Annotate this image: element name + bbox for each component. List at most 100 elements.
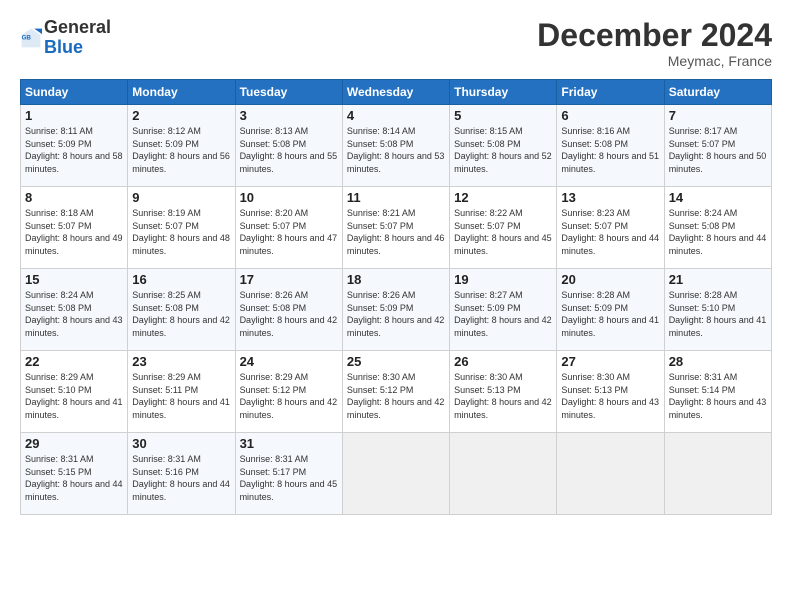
day-number: 24 xyxy=(240,354,338,369)
logo: GB General Blue xyxy=(20,18,111,58)
day-info: Sunrise: 8:29 AMSunset: 5:12 PMDaylight:… xyxy=(240,371,338,421)
day-number: 9 xyxy=(132,190,230,205)
day-cell: 8 Sunrise: 8:18 AMSunset: 5:07 PMDaylight… xyxy=(21,187,128,269)
day-info: Sunrise: 8:30 AMSunset: 5:13 PMDaylight:… xyxy=(561,371,659,421)
day-info: Sunrise: 8:31 AMSunset: 5:14 PMDaylight:… xyxy=(669,371,767,421)
day-number: 16 xyxy=(132,272,230,287)
day-cell: 26 Sunrise: 8:30 AMSunset: 5:13 PMDayligh… xyxy=(450,351,557,433)
day-info: Sunrise: 8:14 AMSunset: 5:08 PMDaylight:… xyxy=(347,125,445,175)
day-cell: 31Sunrise: 8:31 AMSunset: 5:17 PMDayligh… xyxy=(235,433,342,515)
col-saturday: Saturday xyxy=(664,80,771,105)
day-info: Sunrise: 8:16 AMSunset: 5:08 PMDaylight:… xyxy=(561,125,659,175)
day-cell: 16Sunrise: 8:25 AMSunset: 5:08 PMDayligh… xyxy=(128,269,235,351)
day-info: Sunrise: 8:27 AMSunset: 5:09 PMDaylight:… xyxy=(454,289,552,339)
day-info: Sunrise: 8:28 AMSunset: 5:10 PMDaylight:… xyxy=(669,289,767,339)
day-number: 19 xyxy=(454,272,552,287)
day-cell: 10 Sunrise: 8:20 AMSunset: 5:07 PMDayligh… xyxy=(235,187,342,269)
week-row-3: 15 Sunrise: 8:24 AMSunset: 5:08 PMDayligh… xyxy=(21,269,772,351)
week-row-4: 22 Sunrise: 8:29 AMSunset: 5:10 PMDayligh… xyxy=(21,351,772,433)
day-number: 14 xyxy=(669,190,767,205)
day-cell: 27 Sunrise: 8:30 AMSunset: 5:13 PMDayligh… xyxy=(557,351,664,433)
day-number: 8 xyxy=(25,190,123,205)
day-number: 26 xyxy=(454,354,552,369)
day-info: Sunrise: 8:26 AMSunset: 5:08 PMDaylight:… xyxy=(240,289,338,339)
day-cell: 25 Sunrise: 8:30 AMSunset: 5:12 PMDayligh… xyxy=(342,351,449,433)
day-number: 20 xyxy=(561,272,659,287)
day-cell: 3 Sunrise: 8:13 AMSunset: 5:08 PMDaylight… xyxy=(235,105,342,187)
day-info: Sunrise: 8:31 AMSunset: 5:17 PMDaylight:… xyxy=(240,453,338,503)
day-info: Sunrise: 8:30 AMSunset: 5:12 PMDaylight:… xyxy=(347,371,445,421)
day-cell xyxy=(664,433,771,515)
logo-icon: GB xyxy=(20,27,42,49)
day-cell: 11Sunrise: 8:21 AMSunset: 5:07 PMDayligh… xyxy=(342,187,449,269)
day-cell: 2 Sunrise: 8:12 AMSunset: 5:09 PMDaylight… xyxy=(128,105,235,187)
day-cell xyxy=(342,433,449,515)
day-number: 17 xyxy=(240,272,338,287)
day-cell: 14 Sunrise: 8:24 AMSunset: 5:08 PMDayligh… xyxy=(664,187,771,269)
header: GB General Blue December 2024 Meymac, Fr… xyxy=(20,18,772,69)
week-row-5: 29Sunrise: 8:31 AMSunset: 5:15 PMDayligh… xyxy=(21,433,772,515)
day-info: Sunrise: 8:24 AMSunset: 5:08 PMDaylight:… xyxy=(669,207,767,257)
day-cell: 19 Sunrise: 8:27 AMSunset: 5:09 PMDayligh… xyxy=(450,269,557,351)
week-row-2: 8 Sunrise: 8:18 AMSunset: 5:07 PMDaylight… xyxy=(21,187,772,269)
day-number: 13 xyxy=(561,190,659,205)
calendar-page: GB General Blue December 2024 Meymac, Fr… xyxy=(0,0,792,612)
day-info: Sunrise: 8:12 AMSunset: 5:09 PMDaylight:… xyxy=(132,125,230,175)
day-number: 27 xyxy=(561,354,659,369)
day-info: Sunrise: 8:29 AMSunset: 5:10 PMDaylight:… xyxy=(25,371,123,421)
col-friday: Friday xyxy=(557,80,664,105)
day-info: Sunrise: 8:23 AMSunset: 5:07 PMDaylight:… xyxy=(561,207,659,257)
day-info: Sunrise: 8:28 AMSunset: 5:09 PMDaylight:… xyxy=(561,289,659,339)
day-cell: 24 Sunrise: 8:29 AMSunset: 5:12 PMDayligh… xyxy=(235,351,342,433)
day-number: 15 xyxy=(25,272,123,287)
day-info: Sunrise: 8:29 AMSunset: 5:11 PMDaylight:… xyxy=(132,371,230,421)
day-info: Sunrise: 8:15 AMSunset: 5:08 PMDaylight:… xyxy=(454,125,552,175)
day-number: 10 xyxy=(240,190,338,205)
day-cell: 22 Sunrise: 8:29 AMSunset: 5:10 PMDayligh… xyxy=(21,351,128,433)
location: Meymac, France xyxy=(537,53,772,69)
day-cell: 9Sunrise: 8:19 AMSunset: 5:07 PMDaylight… xyxy=(128,187,235,269)
day-number: 3 xyxy=(240,108,338,123)
col-tuesday: Tuesday xyxy=(235,80,342,105)
day-info: Sunrise: 8:18 AMSunset: 5:07 PMDaylight:… xyxy=(25,207,123,257)
day-cell: 30Sunrise: 8:31 AMSunset: 5:16 PMDayligh… xyxy=(128,433,235,515)
day-number: 28 xyxy=(669,354,767,369)
svg-text:GB: GB xyxy=(22,34,32,41)
day-number: 21 xyxy=(669,272,767,287)
day-cell: 28 Sunrise: 8:31 AMSunset: 5:14 PMDayligh… xyxy=(664,351,771,433)
day-cell: 13 Sunrise: 8:23 AMSunset: 5:07 PMDayligh… xyxy=(557,187,664,269)
day-number: 30 xyxy=(132,436,230,451)
day-number: 23 xyxy=(132,354,230,369)
day-cell: 7Sunrise: 8:17 AMSunset: 5:07 PMDaylight… xyxy=(664,105,771,187)
day-info: Sunrise: 8:30 AMSunset: 5:13 PMDaylight:… xyxy=(454,371,552,421)
day-info: Sunrise: 8:22 AMSunset: 5:07 PMDaylight:… xyxy=(454,207,552,257)
logo-general: General xyxy=(44,17,111,37)
day-number: 11 xyxy=(347,190,445,205)
calendar-table: Sunday Monday Tuesday Wednesday Thursday… xyxy=(20,79,772,515)
day-number: 4 xyxy=(347,108,445,123)
logo-blue: Blue xyxy=(44,37,83,57)
month-title: December 2024 xyxy=(537,18,772,53)
day-number: 2 xyxy=(132,108,230,123)
col-monday: Monday xyxy=(128,80,235,105)
day-info: Sunrise: 8:20 AMSunset: 5:07 PMDaylight:… xyxy=(240,207,338,257)
day-info: Sunrise: 8:24 AMSunset: 5:08 PMDaylight:… xyxy=(25,289,123,339)
day-cell: 12Sunrise: 8:22 AMSunset: 5:07 PMDayligh… xyxy=(450,187,557,269)
day-info: Sunrise: 8:31 AMSunset: 5:15 PMDaylight:… xyxy=(25,453,123,503)
week-row-1: 1 Sunrise: 8:11 AMSunset: 5:09 PMDaylight… xyxy=(21,105,772,187)
day-number: 5 xyxy=(454,108,552,123)
day-cell: 18 Sunrise: 8:26 AMSunset: 5:09 PMDayligh… xyxy=(342,269,449,351)
day-info: Sunrise: 8:26 AMSunset: 5:09 PMDaylight:… xyxy=(347,289,445,339)
day-cell xyxy=(557,433,664,515)
day-cell: 6Sunrise: 8:16 AMSunset: 5:08 PMDaylight… xyxy=(557,105,664,187)
day-number: 25 xyxy=(347,354,445,369)
logo-text: General Blue xyxy=(44,18,111,58)
day-cell: 21 Sunrise: 8:28 AMSunset: 5:10 PMDayligh… xyxy=(664,269,771,351)
day-number: 1 xyxy=(25,108,123,123)
day-cell: 1 Sunrise: 8:11 AMSunset: 5:09 PMDaylight… xyxy=(21,105,128,187)
day-info: Sunrise: 8:13 AMSunset: 5:08 PMDaylight:… xyxy=(240,125,338,175)
day-number: 18 xyxy=(347,272,445,287)
day-number: 22 xyxy=(25,354,123,369)
day-info: Sunrise: 8:11 AMSunset: 5:09 PMDaylight:… xyxy=(25,125,123,175)
col-thursday: Thursday xyxy=(450,80,557,105)
